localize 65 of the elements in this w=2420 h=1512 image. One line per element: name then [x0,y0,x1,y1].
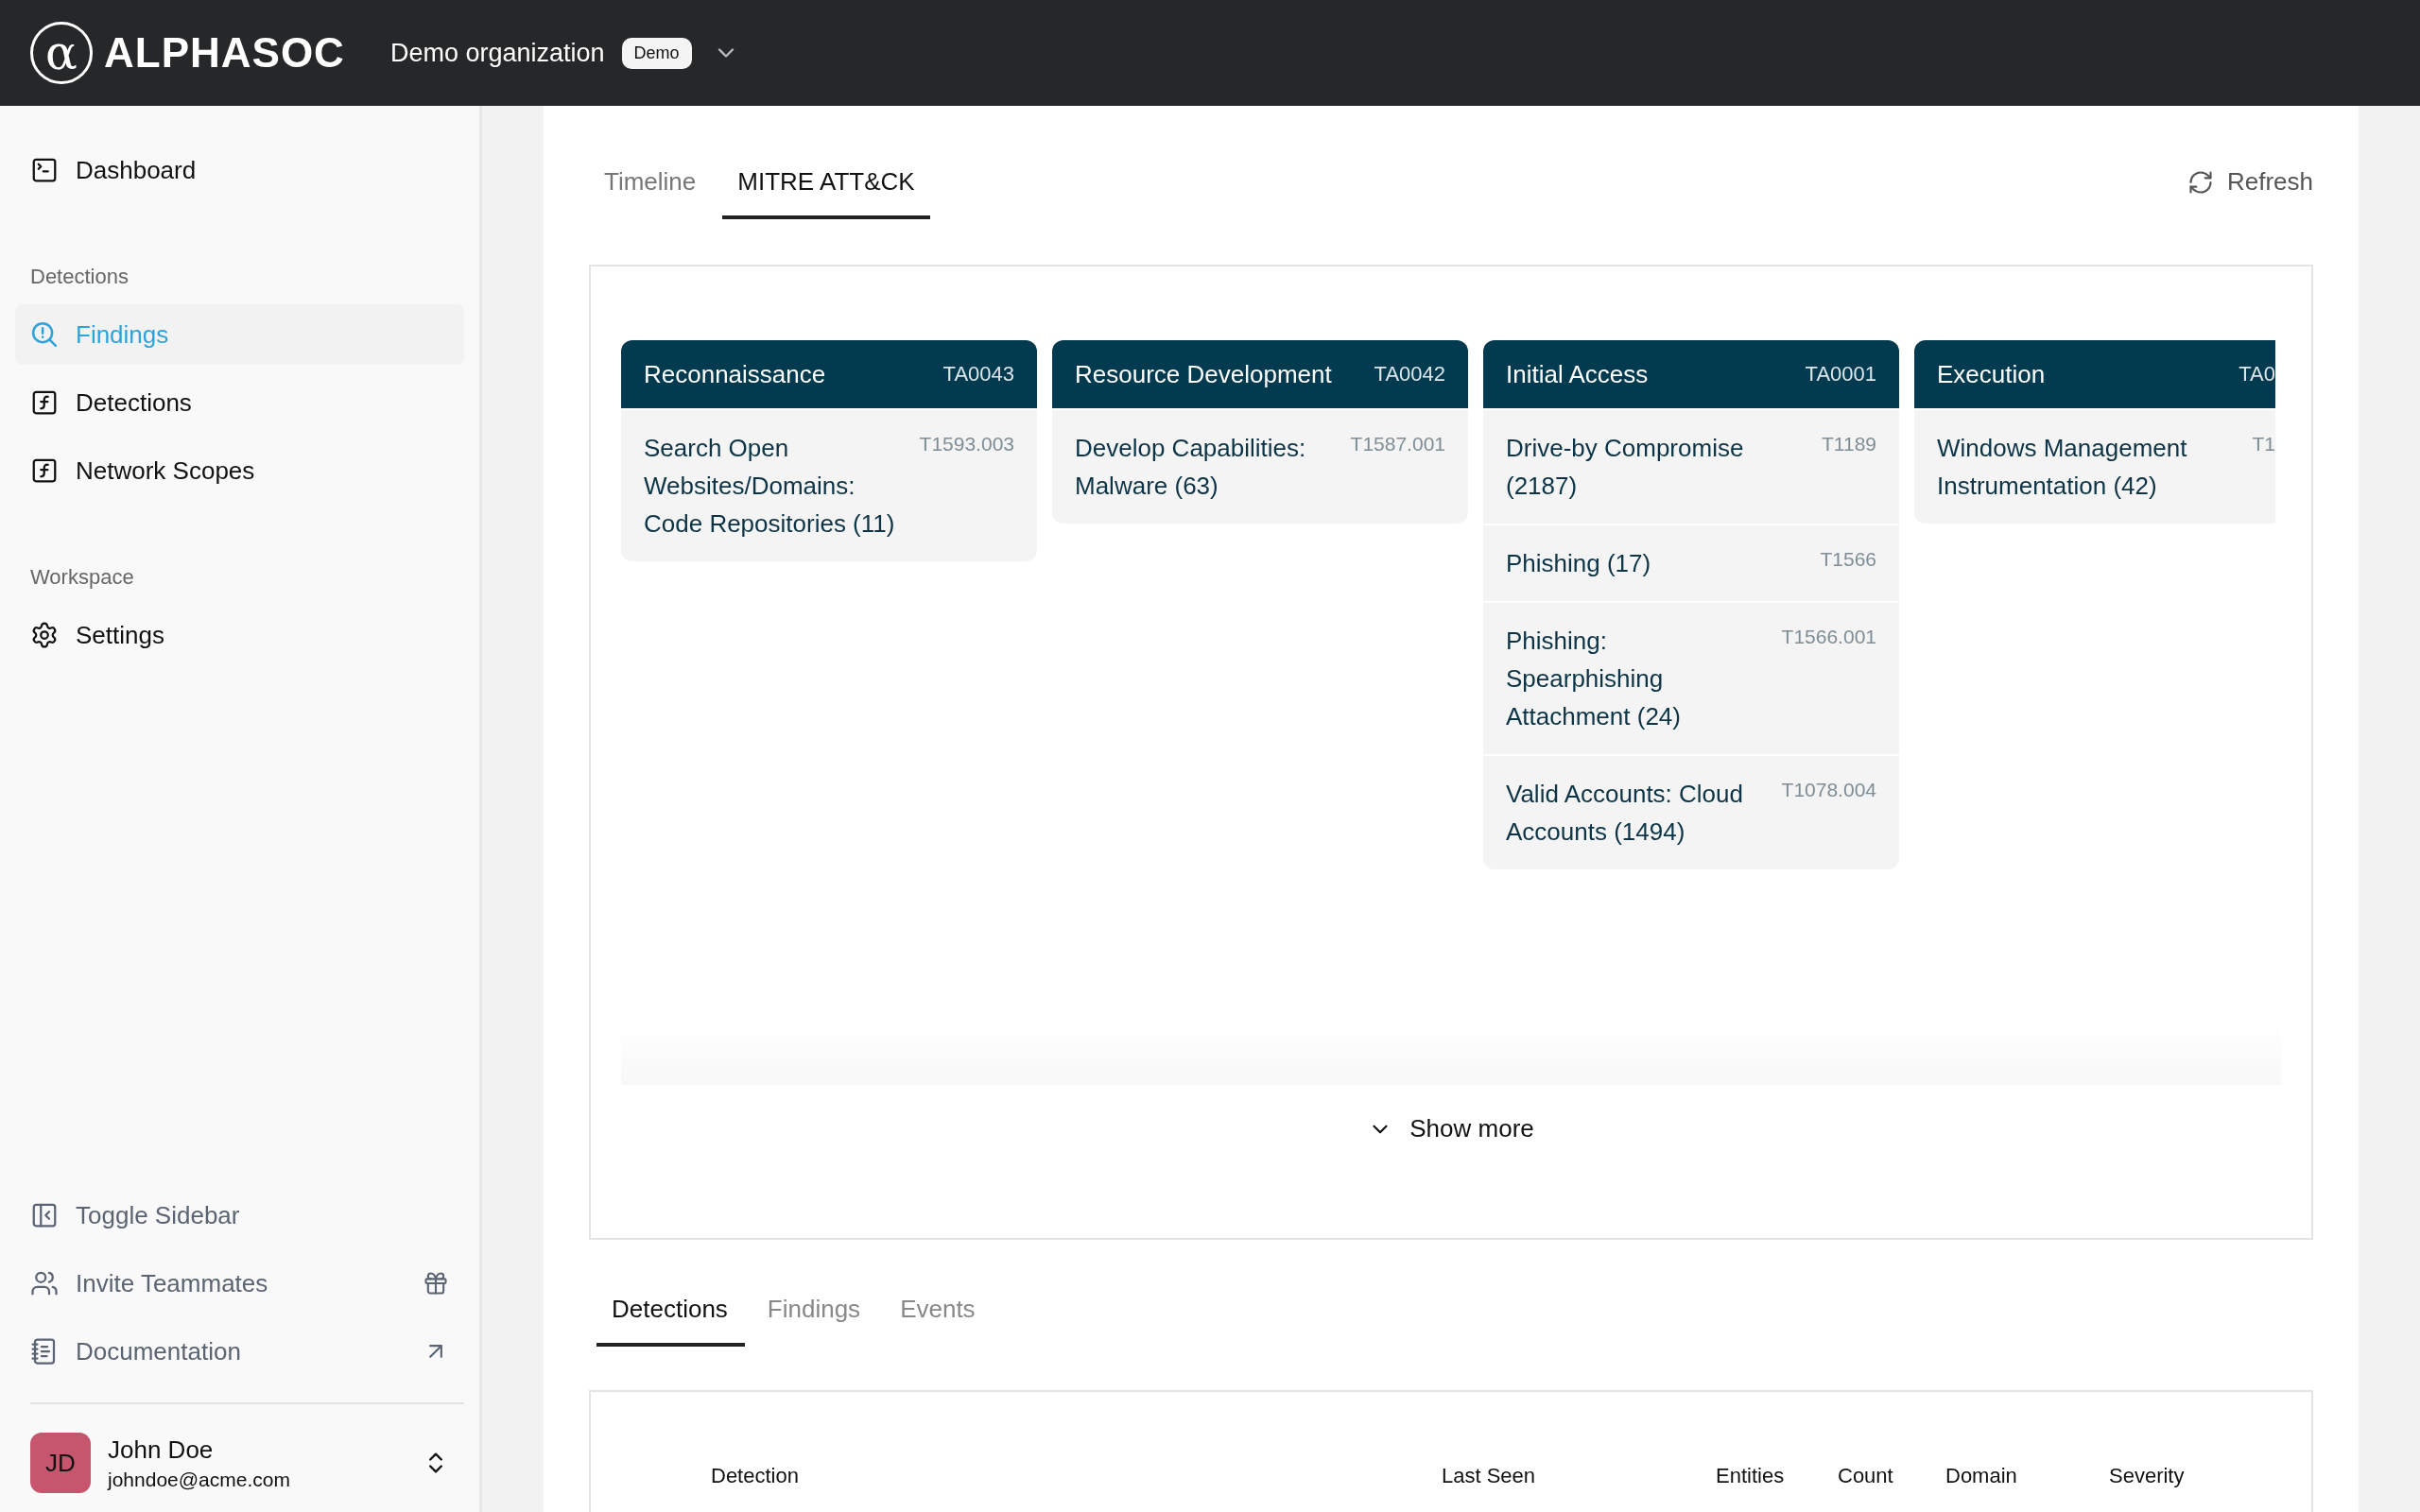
nav-label: Network Scopes [76,455,255,486]
footer-link[interactable]: Toggle Sidebar [76,1200,449,1230]
user-name: John Doe [108,1435,215,1465]
user-avatar: JD [30,1433,91,1493]
column-header: Last Seen [1442,1464,1537,1488]
column-header: Severity [2109,1464,2186,1488]
function-icon [30,388,59,417]
logo-mark: α [30,22,93,84]
user-email: johndoe@acme.com [108,1468,291,1491]
tactic-name: Initial Access [1506,359,1649,389]
technique-name[interactable]: Phishing: Spearphishing Attachment (24) [1506,622,1767,735]
tactic-id: TA0001 [1805,362,1876,387]
technique-id: T1593.003 [919,432,1014,456]
refresh-icon [2187,168,2214,196]
technique-id: T1566 [1820,547,1876,572]
technique-name[interactable]: Windows Management Instrumentation (42) [1937,429,2238,505]
gift-icon[interactable] [423,1270,449,1297]
technique-id: T1189 [1822,432,1876,456]
table-tab[interactable]: Findings [752,1295,878,1347]
table-tab[interactable]: Events [885,1295,993,1347]
technique-name[interactable]: Search Open Websites/Domains: Code Repositories (11) [644,429,905,542]
users-icon [30,1269,59,1297]
section-label: Workspace [29,565,135,590]
refresh-button[interactable]: Refresh [2187,167,2313,219]
nav-item[interactable]: Detections [15,372,464,433]
column-header: Domain [1945,1464,2018,1488]
tactic-name: Execution [1937,359,2046,389]
search-alert-icon [30,320,59,349]
tactic-name: Resource Development [1075,359,1332,389]
nav-item[interactable]: Network Scopes [15,440,464,501]
tactic-id: TA0 [2238,362,2275,387]
technique-name[interactable]: Valid Accounts: Cloud Accounts (1494) [1506,775,1767,850]
organization-name[interactable]: Demo organization [389,38,605,68]
terminal-icon [30,156,59,184]
table-tab[interactable]: Detections [596,1295,745,1347]
footer-link[interactable]: Invite Teammates [76,1268,406,1298]
settings-icon [30,621,59,649]
nav-label: Settings [76,620,164,650]
technique-id: T1078.004 [1781,778,1876,802]
nav-item[interactable]: Dashboard [15,140,464,200]
nav-label: Dashboard [76,155,197,185]
tactic-name: Reconnaissance [644,359,826,389]
technique-name[interactable]: Develop Capabilities: Malware (63) [1075,429,1336,505]
view-tab[interactable]: MITRE ATT&CK [722,167,930,219]
column-header: Entities [1716,1464,1786,1488]
nav-label: Detections [76,387,192,418]
technique-name[interactable]: Phishing (17) [1506,544,1806,582]
logo-text: ALPHASOC [104,29,345,77]
technique-name[interactable]: Drive-by Compromise (2187) [1506,429,1806,505]
technique-id: T1587.001 [1350,432,1445,456]
function-icon [30,456,59,485]
view-tab[interactable]: Timeline [589,167,712,219]
technique-id: T1566.001 [1781,625,1876,649]
column-header: Count [1838,1464,1894,1488]
technique-id: T1 [2252,432,2275,456]
tactic-id: TA0042 [1374,362,1445,387]
nav-label: Findings [76,319,169,350]
column-header: Detection [711,1464,800,1488]
demo-badge: Demo [621,37,692,69]
show-more-button[interactable]: Show more [1362,1113,1540,1144]
section-label: Detections [29,265,130,289]
sidebar-panel-icon [30,1201,59,1229]
footer-link[interactable]: Documentation [76,1336,406,1366]
tactic-id: TA0043 [942,362,1014,387]
nav-item[interactable]: Settings [15,605,464,665]
